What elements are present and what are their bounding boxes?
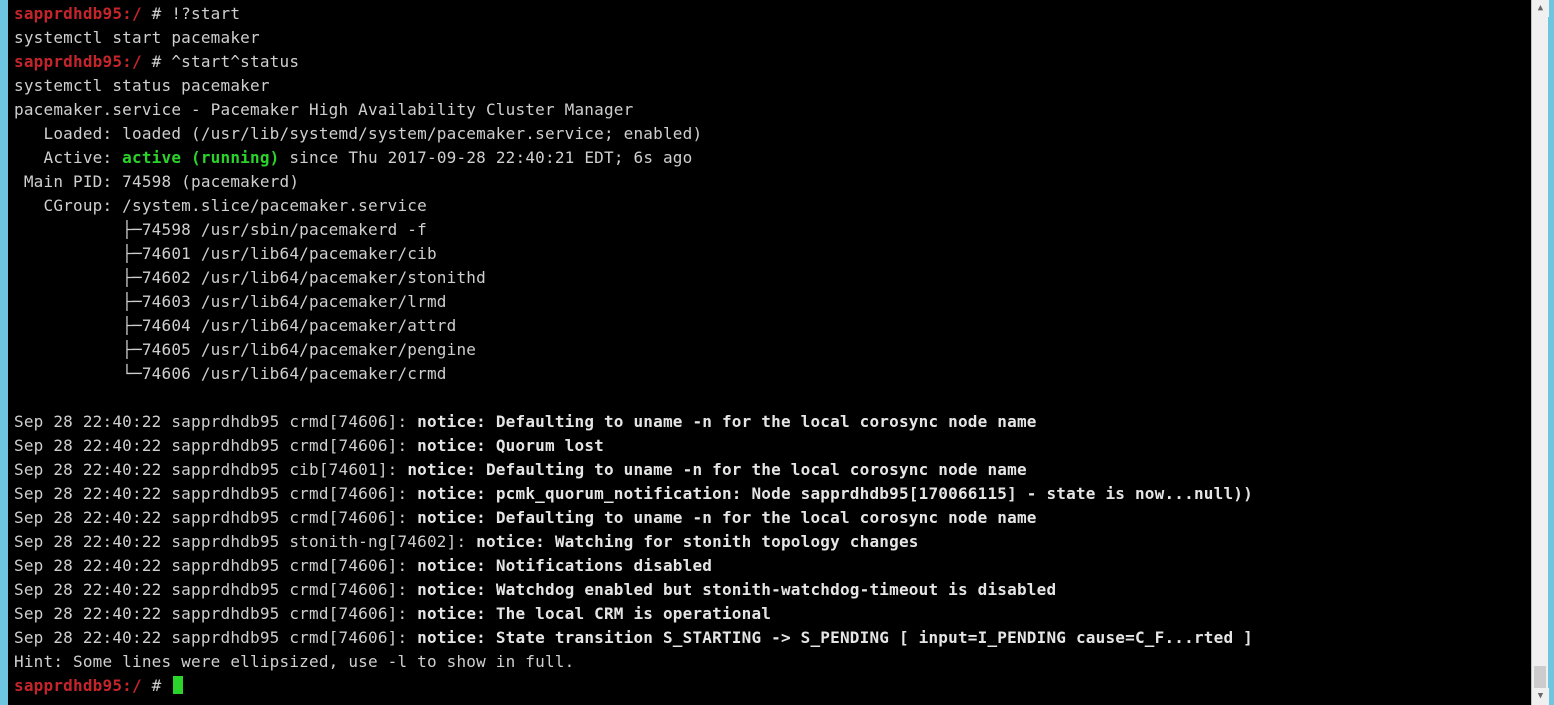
log-line: Sep 28 22:40:22 sapprdhdb95 crmd[74606]:… xyxy=(14,506,1542,530)
service-loaded: Loaded: loaded (/usr/lib/systemd/system/… xyxy=(14,122,1542,146)
command-line: sapprdhdb95:/ # ^start^status xyxy=(14,50,1542,74)
service-header: pacemaker.service - Pacemaker High Avail… xyxy=(14,98,1542,122)
command-input-text: ^start^status xyxy=(171,52,299,71)
scroll-down-button[interactable]: ▼ xyxy=(1532,688,1549,705)
service-active: Active: active (running) since Thu 2017-… xyxy=(14,146,1542,170)
log-line: Sep 28 22:40:22 sapprdhdb95 crmd[74606]:… xyxy=(14,482,1542,506)
cgroup-line: └─74606 /usr/lib64/pacemaker/crmd xyxy=(14,362,1542,386)
cgroup-line: ├─74604 /usr/lib64/pacemaker/attrd xyxy=(14,314,1542,338)
service-cgroup-head: CGroup: /system.slice/pacemaker.service xyxy=(14,194,1542,218)
prompt-hash: # xyxy=(152,4,172,23)
hint-line: Hint: Some lines were ellipsized, use -l… xyxy=(14,650,1542,674)
cgroup-line: ├─74598 /usr/sbin/pacemakerd -f xyxy=(14,218,1542,242)
log-line: Sep 28 22:40:22 sapprdhdb95 crmd[74606]:… xyxy=(14,434,1542,458)
log-line: Sep 28 22:40:22 sapprdhdb95 crmd[74606]:… xyxy=(14,602,1542,626)
log-line: Sep 28 22:40:22 sapprdhdb95 crmd[74606]:… xyxy=(14,626,1542,650)
blank-line xyxy=(14,386,1542,410)
scroll-up-button[interactable]: ▲ xyxy=(1532,0,1549,17)
terminal-output[interactable]: sapprdhdb95:/ # !?startsystemctl start p… xyxy=(8,2,1548,698)
log-line: Sep 28 22:40:22 sapprdhdb95 crmd[74606]:… xyxy=(14,410,1542,434)
prompt-hash: # xyxy=(152,52,172,71)
cgroup-line: ├─74603 /usr/lib64/pacemaker/lrmd xyxy=(14,290,1542,314)
scrollbar-track[interactable] xyxy=(1532,17,1548,688)
command-input-text: !?start xyxy=(171,4,240,23)
command-line: sapprdhdb95:/ # !?start xyxy=(14,2,1542,26)
prompt-hash: # xyxy=(152,676,172,695)
prompt-host: sapprdhdb95:/ xyxy=(14,676,152,695)
log-line: Sep 28 22:40:22 sapprdhdb95 crmd[74606]:… xyxy=(14,578,1542,602)
scrollbar-thumb[interactable] xyxy=(1534,666,1546,688)
output-line: systemctl start pacemaker xyxy=(14,26,1542,50)
log-line: Sep 28 22:40:22 sapprdhdb95 cib[74601]: … xyxy=(14,458,1542,482)
current-prompt[interactable]: sapprdhdb95:/ # xyxy=(14,674,1542,698)
cgroup-line: ├─74601 /usr/lib64/pacemaker/cib xyxy=(14,242,1542,266)
prompt-host: sapprdhdb95:/ xyxy=(14,52,152,71)
service-main-pid: Main PID: 74598 (pacemakerd) xyxy=(14,170,1542,194)
output-line: systemctl status pacemaker xyxy=(14,74,1542,98)
log-line: Sep 28 22:40:22 sapprdhdb95 crmd[74606]:… xyxy=(14,554,1542,578)
cgroup-line: ├─74605 /usr/lib64/pacemaker/pengine xyxy=(14,338,1542,362)
terminal-window: sapprdhdb95:/ # !?startsystemctl start p… xyxy=(8,0,1548,705)
cgroup-line: ├─74602 /usr/lib64/pacemaker/stonithd xyxy=(14,266,1542,290)
log-line: Sep 28 22:40:22 sapprdhdb95 stonith-ng[7… xyxy=(14,530,1542,554)
prompt-host: sapprdhdb95:/ xyxy=(14,4,152,23)
service-active-state: active (running) xyxy=(122,148,279,167)
scrollbar[interactable]: ▲ ▼ xyxy=(1531,0,1548,705)
cursor xyxy=(173,676,183,694)
